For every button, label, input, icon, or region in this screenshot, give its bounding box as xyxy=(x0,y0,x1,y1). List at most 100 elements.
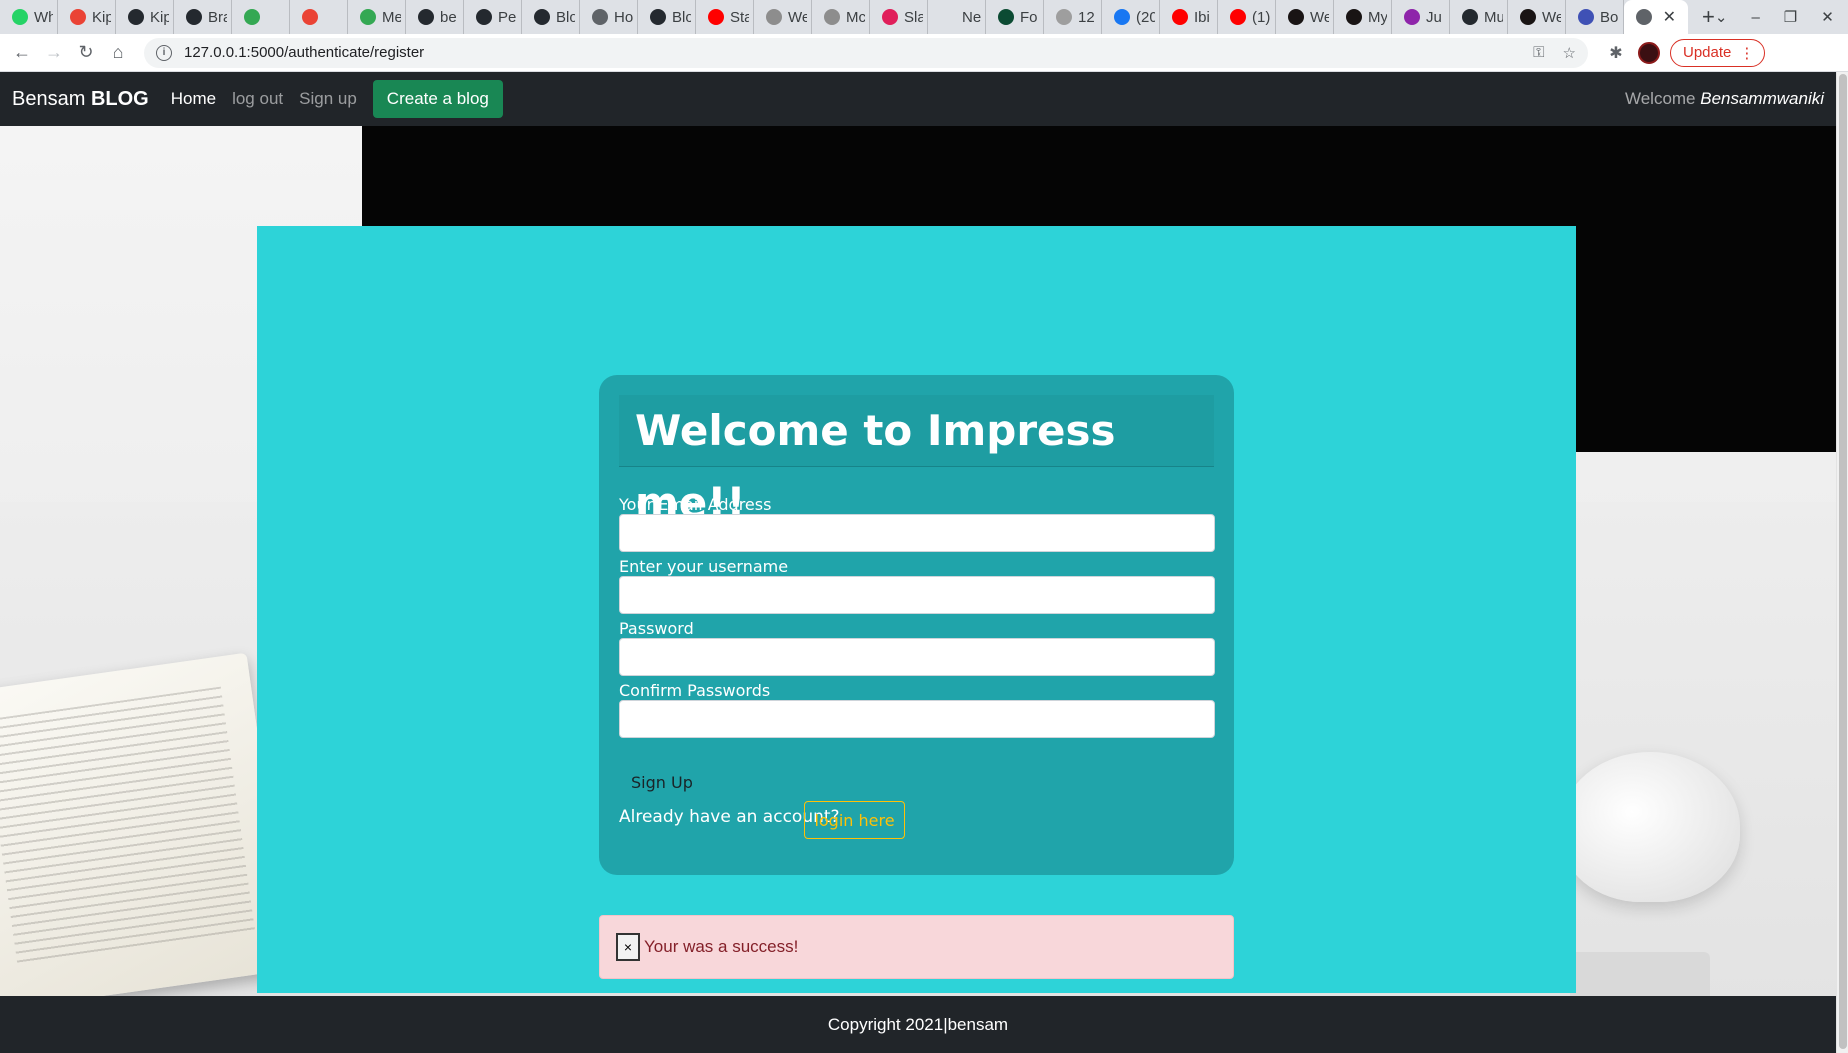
browser-tab[interactable]: Mc xyxy=(812,0,870,34)
favicon-icon xyxy=(1520,9,1536,25)
update-button[interactable]: Update ⋮ xyxy=(1670,38,1766,67)
browser-tab[interactable]: Bo xyxy=(1566,0,1624,34)
tab-title: Me xyxy=(382,8,401,26)
alert-message: Your was a success! xyxy=(644,937,799,956)
success-alert: × Your was a success! xyxy=(599,915,1234,979)
brand-logo[interactable]: Bensam BLOG xyxy=(12,88,149,111)
browser-tab[interactable]: Mu xyxy=(1450,0,1508,34)
scrollbar-thumb[interactable] xyxy=(1839,74,1847,1049)
tab-title: New T xyxy=(962,8,981,26)
browser-tab[interactable]: Pe xyxy=(464,0,522,34)
close-icon[interactable]: × xyxy=(616,933,640,961)
tab-title: Kip xyxy=(150,8,169,26)
browser-tab[interactable]: Wh xyxy=(0,0,58,34)
browser-tab[interactable]: We xyxy=(1276,0,1334,34)
tab-title: Bra xyxy=(208,8,227,26)
favicon-icon xyxy=(940,9,956,25)
favicon-icon xyxy=(708,9,724,25)
browser-tab[interactable]: 12 xyxy=(1044,0,1102,34)
background-mouse xyxy=(1560,752,1740,902)
browser-tab[interactable]: My xyxy=(1334,0,1392,34)
extensions-icon[interactable]: ✱ xyxy=(1606,43,1626,63)
back-icon[interactable]: ← xyxy=(6,42,38,63)
browser-tab[interactable]: Fo xyxy=(986,0,1044,34)
browser-tab[interactable]: We xyxy=(1508,0,1566,34)
favicon-icon xyxy=(882,9,898,25)
browser-tab[interactable]: Blo xyxy=(522,0,580,34)
browser-tab[interactable]: be xyxy=(406,0,464,34)
minimize-icon[interactable]: – xyxy=(1751,9,1759,26)
browser-tab[interactable]: Sta xyxy=(696,0,754,34)
tab-title: 12 xyxy=(1078,8,1095,26)
favicon-icon xyxy=(1230,9,1246,25)
site-info-icon[interactable]: i xyxy=(156,44,172,61)
active-tab[interactable]: ✕ xyxy=(1624,0,1688,34)
browser-tab[interactable]: New T xyxy=(928,0,986,34)
browser-tab[interactable]: (1) xyxy=(1218,0,1276,34)
tab-title: Sta xyxy=(730,8,749,26)
browser-tab[interactable]: (20 xyxy=(1102,0,1160,34)
tab-title: Fo xyxy=(1020,8,1038,26)
tab-title: Ho xyxy=(614,8,633,26)
tab-title: Blo xyxy=(672,8,691,26)
browser-tab[interactable]: Me xyxy=(348,0,406,34)
address-bar[interactable]: i 127.0.0.1:5000/authenticate/register ⚿… xyxy=(144,37,1588,68)
password-field[interactable] xyxy=(619,638,1215,676)
bookmark-star-icon[interactable]: ☆ xyxy=(1563,44,1576,62)
browser-tab[interactable]: Blo xyxy=(638,0,696,34)
tab-title: (1) xyxy=(1252,8,1271,26)
sign-up-button[interactable]: Sign Up xyxy=(631,773,693,792)
browser-tab-strip: Wh Kip Kip Bra Me be Pe Blo Ho Blo Sta We Mc Sla New T… xyxy=(0,0,1848,34)
avatar[interactable] xyxy=(1638,41,1660,64)
browser-tab[interactable]: Bra xyxy=(174,0,232,34)
create-blog-button[interactable]: Create a blog xyxy=(372,80,503,118)
email-label: Your Email Address xyxy=(619,495,772,514)
favicon-icon xyxy=(1056,9,1072,25)
globe-icon xyxy=(1636,9,1652,25)
register-card: Welcome to Impress me!! Your Email Addre… xyxy=(599,375,1234,875)
site-navbar: Bensam BLOG Home log out Sign up Create … xyxy=(0,72,1836,126)
nav-logout[interactable]: log out xyxy=(232,89,283,109)
browser-tab[interactable]: Ju xyxy=(1392,0,1450,34)
background-book xyxy=(0,652,291,1012)
tab-title: Blo xyxy=(556,8,575,26)
nav-home[interactable]: Home xyxy=(171,89,216,109)
nav-signup[interactable]: Sign up xyxy=(299,89,357,109)
favicon-icon xyxy=(1346,9,1362,25)
browser-tab[interactable]: Sla xyxy=(870,0,928,34)
favicon-icon xyxy=(1288,9,1304,25)
tab-title: Mc xyxy=(846,8,865,26)
favicon-icon xyxy=(186,9,202,25)
confirm-password-field[interactable] xyxy=(619,700,1215,738)
close-tab-icon[interactable]: ✕ xyxy=(1663,7,1684,27)
favicon-icon xyxy=(244,9,260,25)
page-scrollbar[interactable] xyxy=(1836,72,1848,1053)
reload-icon[interactable]: ↻ xyxy=(70,42,102,63)
brand-text: Bensam xyxy=(12,87,91,110)
home-icon[interactable]: ⌂ xyxy=(102,42,134,63)
new-tab-button[interactable]: + xyxy=(1702,4,1715,30)
tab-title: Wh xyxy=(34,8,53,26)
tab-title: (20 xyxy=(1136,8,1155,26)
key-icon[interactable]: ⚿ xyxy=(1533,44,1544,62)
tab-title: Ju xyxy=(1426,8,1442,26)
browser-tab[interactable]: Ibi xyxy=(1160,0,1218,34)
favicon-icon xyxy=(534,9,550,25)
browser-tab[interactable] xyxy=(232,0,290,34)
restore-icon[interactable]: ❐ xyxy=(1784,8,1797,26)
favicon-icon xyxy=(998,9,1014,25)
browser-tab[interactable]: Ho xyxy=(580,0,638,34)
favicon-icon xyxy=(12,9,28,25)
email-field[interactable] xyxy=(619,514,1215,552)
browser-toolbar: ← → ↻ ⌂ i 127.0.0.1:5000/authenticate/re… xyxy=(0,34,1848,72)
forward-icon[interactable]: → xyxy=(38,42,70,63)
browser-tab[interactable]: We xyxy=(754,0,812,34)
browser-tab[interactable]: Kip xyxy=(58,0,116,34)
username-field[interactable] xyxy=(619,576,1215,614)
close-window-icon[interactable]: ✕ xyxy=(1821,8,1834,26)
tab-search-icon[interactable]: ⌄ xyxy=(1715,8,1728,26)
browser-tab[interactable]: Kip xyxy=(116,0,174,34)
login-button[interactable]: login here xyxy=(804,801,905,839)
favicon-icon xyxy=(70,9,86,25)
browser-tab[interactable] xyxy=(290,0,348,34)
